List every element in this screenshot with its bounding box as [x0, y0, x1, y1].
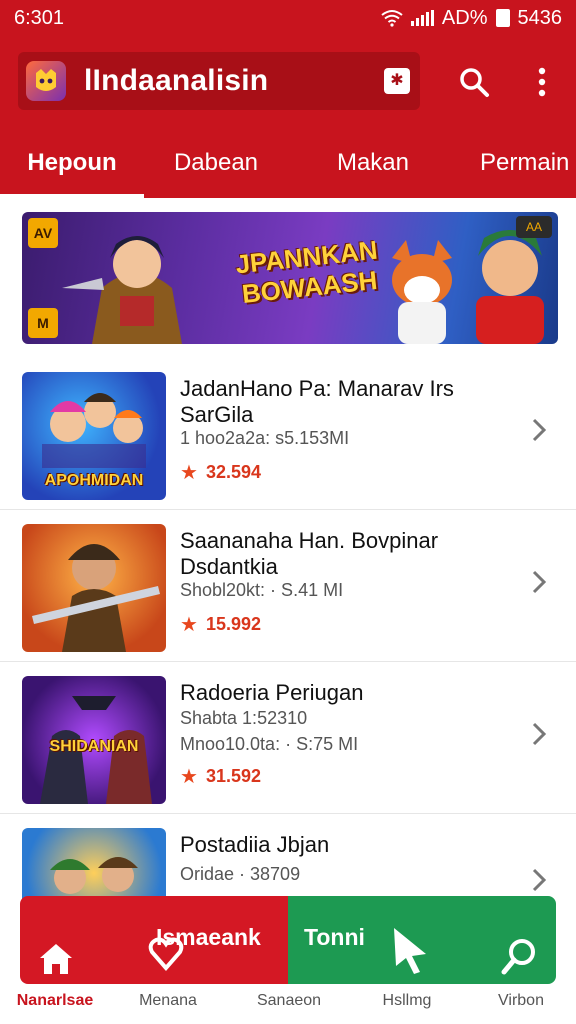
chevron-right-icon [532, 418, 547, 442]
tab-dabean[interactable]: Dabean [144, 128, 288, 198]
banner-badge-right-text: AA [525, 220, 542, 234]
status-extra: 5436 [517, 6, 563, 29]
thumb-label: APOHMIDAN [44, 472, 144, 489]
status-icons: AD% 5436 [381, 7, 562, 30]
bottom-action-bar: Ismaeank Tonni [20, 896, 556, 984]
battery-percent: AD% [441, 6, 488, 29]
game-rating: ★ 31.592 [180, 764, 261, 789]
promo-banner[interactable]: AV M JPANNKAN BOWAASH AA [22, 212, 558, 344]
tab-hepoun[interactable]: Hepoun [0, 128, 144, 198]
banner-warrior-art [62, 236, 182, 344]
app-title-bar[interactable]: lIndaanalisin ✱ [18, 52, 420, 110]
tab-indicator [0, 194, 144, 198]
app-logo-icon [26, 61, 66, 101]
nav-label-third[interactable]: Sanaeon [234, 992, 344, 1010]
wifi-icon [381, 10, 403, 27]
banner-badge-left-text: AV [33, 225, 53, 241]
banner-badge-left-bottom-text: M [37, 315, 49, 331]
game-meta: Oridae · 38709 [180, 864, 301, 884]
battery-icon [495, 9, 510, 27]
game-rating-value: 15.992 [205, 614, 261, 634]
cta-left-panel[interactable]: Ismaeank [20, 896, 288, 984]
game-thumbnail: SHIDANIAN [22, 676, 166, 804]
star-icon: ★ [180, 614, 198, 636]
game-rating-value: 31.592 [205, 766, 261, 786]
status-time: 6:301 [14, 6, 65, 29]
nav-label-favorites[interactable]: Menana [113, 992, 223, 1010]
thumb-art [32, 544, 160, 652]
game-title: Radoeria Periugan [180, 680, 364, 705]
bottom-nav: Nanarlsae Menana Sanaeon Hsllmg Virbon [0, 984, 576, 1024]
more-vert-icon[interactable] [522, 62, 562, 102]
chevron-right-icon [532, 868, 547, 892]
game-meta: Shabta 1:52310 [180, 708, 308, 728]
nav-label-fourth[interactable]: Hsllmg [352, 992, 462, 1010]
cta-right-label[interactable]: Tonni [304, 924, 365, 951]
cursor-icon[interactable] [386, 924, 432, 976]
game-title: Postadiia Jbjan [180, 832, 330, 857]
game-meta: Shobl20kt: · S.41 MI [180, 580, 344, 600]
game-rating: ★ 15.992 [180, 612, 261, 637]
chevron-right-icon [532, 570, 547, 594]
list-item[interactable]: Postadiia Jbjan Oridae · 38709 [0, 814, 576, 918]
game-meta-secondary: Mnoo10.0ta: · S:75 MI [180, 734, 359, 754]
tab-permain[interactable]: Permain [466, 128, 576, 198]
bookmark-icon[interactable]: ✱ [384, 68, 410, 94]
thumb-label: SHIDANIAN [49, 738, 139, 755]
game-title: JadanHano Pa: Manarav Irs SarGila [180, 376, 454, 427]
banner-badge-left: AV [28, 218, 58, 248]
chevron-right-icon [532, 722, 547, 746]
tab-makan[interactable]: Makan [298, 128, 448, 198]
list-item[interactable]: SHIDANIAN Radoeria Periugan Shabta 1:523… [0, 662, 576, 814]
banner-fox-art [392, 240, 452, 344]
signal-icon [410, 10, 434, 26]
game-rating: ★ 32.594 [180, 460, 261, 485]
nav-label-home[interactable]: Nanarlsae [0, 992, 110, 1010]
game-title: Saananaha Han. Bovpinar Dsdantkia [180, 528, 439, 579]
app-title: lIndaanalisin [84, 64, 269, 97]
cta-right-panel[interactable]: Tonni [288, 896, 556, 984]
home-icon[interactable] [36, 938, 76, 978]
star-icon: ★ [180, 462, 198, 484]
banner-badge-left-bottom: M [28, 308, 58, 338]
search-icon[interactable] [500, 936, 540, 976]
nav-label-search[interactable]: Virbon [466, 992, 576, 1010]
banner-badge-right: AA [516, 216, 552, 238]
cta-left-label[interactable]: Ismaeank [156, 924, 261, 951]
game-meta: 1 hoo2a2a: s5.153MI [180, 428, 350, 448]
search-icon[interactable] [454, 62, 494, 102]
game-rating-value: 32.594 [205, 462, 261, 482]
game-thumbnail: APOHMIDAN [22, 372, 166, 500]
banner-headline: JPANNKAN BOWAASH [205, 232, 410, 313]
list-item[interactable]: Saananaha Han. Bovpinar Dsdantkia Shobl2… [0, 510, 576, 662]
tab-bar: Hepoun Dabean Makan Permain [0, 128, 576, 198]
status-bar: 6:301 AD% 5436 [0, 0, 576, 36]
app-bar: lIndaanalisin ✱ [0, 36, 576, 128]
star-icon: ★ [180, 766, 198, 788]
game-thumbnail [22, 524, 166, 652]
list-item[interactable]: APOHMIDAN JadanHano Pa: Manarav Irs SarG… [0, 358, 576, 510]
